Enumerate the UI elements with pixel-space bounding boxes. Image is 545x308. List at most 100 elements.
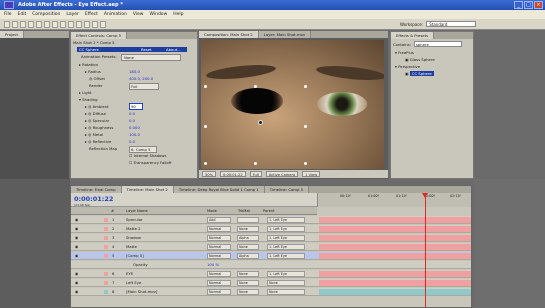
visibility-eye-icon[interactable]: ◉: [75, 225, 78, 233]
timeline-timecode[interactable]: 0:00:01:22: [74, 195, 113, 203]
layer-name[interactable]: Shadow: [126, 234, 141, 242]
tab-timeline-solid-comp[interactable]: Timeline: Deep Royal Blue Solid 1 Comp 1: [173, 186, 265, 193]
layer-handle[interactable]: [304, 85, 307, 88]
camera-dropdown[interactable]: Active Camera: [265, 171, 299, 177]
param-metal-value[interactable]: 100.0: [129, 132, 140, 137]
trkmat-dropdown[interactable]: [237, 217, 259, 223]
mode-dropdown[interactable]: Normal: [207, 244, 231, 250]
mode-dropdown[interactable]: Normal: [207, 271, 231, 277]
label-color-swatch[interactable]: [104, 227, 108, 231]
layer-handle[interactable]: [204, 125, 207, 128]
layer-handle[interactable]: [304, 162, 307, 165]
fx-item-cc-sphere[interactable]: ▣ CC Sphere: [405, 71, 434, 76]
table-row[interactable]: ◉ 1 Specular Add 1. Left Eye: [71, 216, 471, 224]
parent-dropdown[interactable]: 1. Left Eye: [267, 217, 305, 223]
tab-layer[interactable]: Layer: Main Shot.mov: [258, 31, 312, 38]
menu-edit[interactable]: Edit: [18, 10, 27, 19]
label-color-swatch[interactable]: [104, 254, 108, 258]
rotation-tool-icon[interactable]: [28, 21, 34, 28]
selection-tool-icon[interactable]: [4, 21, 10, 28]
text-tool-icon[interactable]: [68, 21, 74, 28]
label-color-swatch[interactable]: [104, 290, 108, 294]
table-row[interactable]: ◉ 6 EYE Normal None 1. Left Eye: [71, 270, 471, 278]
layer-duration-bar[interactable]: [319, 253, 471, 259]
parent-dropdown[interactable]: 1. Left Eye: [267, 271, 305, 277]
layer-name[interactable]: Left Eye: [126, 279, 141, 287]
anchor-point-icon[interactable]: [258, 120, 263, 125]
property-name[interactable]: Opacity: [133, 261, 148, 269]
param-reflection-map-dropdown[interactable]: 6. Comp 5: [129, 146, 157, 153]
param-radius-value[interactable]: 180.0: [129, 69, 140, 74]
layer-name[interactable]: Specular: [126, 216, 143, 224]
hand-tool-icon[interactable]: [12, 21, 18, 28]
layer-name[interactable]: Matte: [126, 243, 137, 251]
layer-duration-bar[interactable]: [319, 289, 471, 295]
layer-handle[interactable]: [204, 85, 207, 88]
zoom-dropdown[interactable]: 50%: [202, 171, 216, 177]
layer-name[interactable]: [Main Shot.mov]: [126, 288, 157, 296]
camera-tool-icon[interactable]: [36, 21, 42, 28]
param-diffuse-value[interactable]: 0.0: [129, 111, 135, 116]
pen-tool-icon[interactable]: [60, 21, 66, 28]
maximize-icon[interactable]: □: [524, 1, 533, 9]
mode-dropdown[interactable]: Normal: [207, 226, 231, 232]
table-row[interactable]: ◉ 2 Matte 2 Normal None 1. Left Eye: [71, 225, 471, 233]
tab-timeline-final-comp[interactable]: Timeline: Final Comp: [71, 186, 122, 193]
layer-handle[interactable]: [254, 85, 257, 88]
workspace-dropdown[interactable]: Standard: [426, 21, 477, 27]
clone-stamp-tool-icon[interactable]: [84, 21, 90, 28]
trkmat-dropdown[interactable]: Alpha: [237, 253, 259, 259]
tab-composition[interactable]: Composition: Main Shot 2: [199, 31, 259, 38]
param-rotation[interactable]: ▸ Rotation: [79, 62, 98, 67]
layer-duration-bar[interactable]: [319, 271, 471, 277]
fx-item-perspective[interactable]: ▾ Perspective: [395, 64, 420, 69]
mode-dropdown[interactable]: Add: [207, 217, 231, 223]
trkmat-dropdown[interactable]: None: [237, 280, 259, 286]
about-link[interactable]: About...: [166, 47, 181, 52]
tab-project[interactable]: Project: [0, 31, 24, 38]
transparency-falloff-checkbox[interactable]: ☐ Transparency Falloff: [129, 160, 171, 165]
table-row[interactable]: ◉ 5 [Comp 5] Normal Alpha 1. Left Eye: [71, 252, 471, 260]
mode-dropdown[interactable]: Normal: [207, 289, 231, 295]
label-color-swatch[interactable]: [104, 272, 108, 276]
layer-duration-bar[interactable]: [319, 280, 471, 286]
tab-timeline-main-shot-2[interactable]: Timeline: Main Shot 2: [121, 186, 174, 193]
visibility-eye-icon[interactable]: ◉: [75, 279, 78, 287]
layer-name[interactable]: EYE: [126, 270, 133, 278]
internal-shadows-checkbox[interactable]: ☐ Internal Shadows: [129, 153, 166, 158]
mode-dropdown[interactable]: Normal: [207, 235, 231, 241]
resolution-dropdown[interactable]: Full: [249, 171, 262, 177]
property-row[interactable]: Opacity 100 %: [71, 261, 471, 269]
reset-link[interactable]: Reset: [141, 47, 152, 52]
param-shading[interactable]: ▾ Shading: [79, 97, 98, 102]
table-row[interactable]: ◉ 8 [Main Shot.mov] Normal None None: [71, 288, 471, 296]
parent-dropdown[interactable]: None: [267, 289, 305, 295]
trkmat-dropdown[interactable]: None: [237, 271, 259, 277]
tab-timeline-comp-5[interactable]: Timeline: Comp 5: [264, 186, 310, 193]
label-color-swatch[interactable]: [104, 218, 108, 222]
current-time-indicator-head[interactable]: [422, 193, 428, 198]
brush-tool-icon[interactable]: [76, 21, 82, 28]
table-row[interactable]: ◉ 7 Left Eye Normal None None: [71, 279, 471, 287]
puppet-tool-icon[interactable]: [100, 21, 106, 28]
layer-handle[interactable]: [304, 125, 307, 128]
menu-composition[interactable]: Composition: [32, 10, 60, 19]
layer-duration-bar[interactable]: [319, 244, 471, 250]
table-row[interactable]: ◉ 3 Shadow Normal Alpha 1. Left Eye: [71, 234, 471, 242]
table-row[interactable]: ◉ 4 Matte Normal None 1. Left Eye: [71, 243, 471, 251]
menu-view[interactable]: View: [133, 10, 144, 19]
animation-presets-dropdown[interactable]: None: [121, 54, 181, 61]
pan-behind-tool-icon[interactable]: [44, 21, 50, 28]
param-ambient-input[interactable]: 90: [129, 103, 143, 110]
param-reflective-value[interactable]: 0.0: [129, 139, 135, 144]
parent-dropdown[interactable]: 1. Left Eye: [267, 226, 305, 232]
visibility-eye-icon[interactable]: ◉: [75, 234, 78, 242]
visibility-eye-icon[interactable]: ◉: [75, 216, 78, 224]
menu-animation[interactable]: Animation: [104, 10, 127, 19]
param-render-dropdown[interactable]: Full: [129, 83, 159, 90]
param-light[interactable]: ▸ Light: [79, 90, 92, 95]
layer-name[interactable]: [Comp 5]: [126, 252, 144, 260]
label-color-swatch[interactable]: [104, 281, 108, 285]
tab-effects-presets[interactable]: Effects & Presets: [391, 32, 435, 39]
layer-handle[interactable]: [254, 162, 257, 165]
